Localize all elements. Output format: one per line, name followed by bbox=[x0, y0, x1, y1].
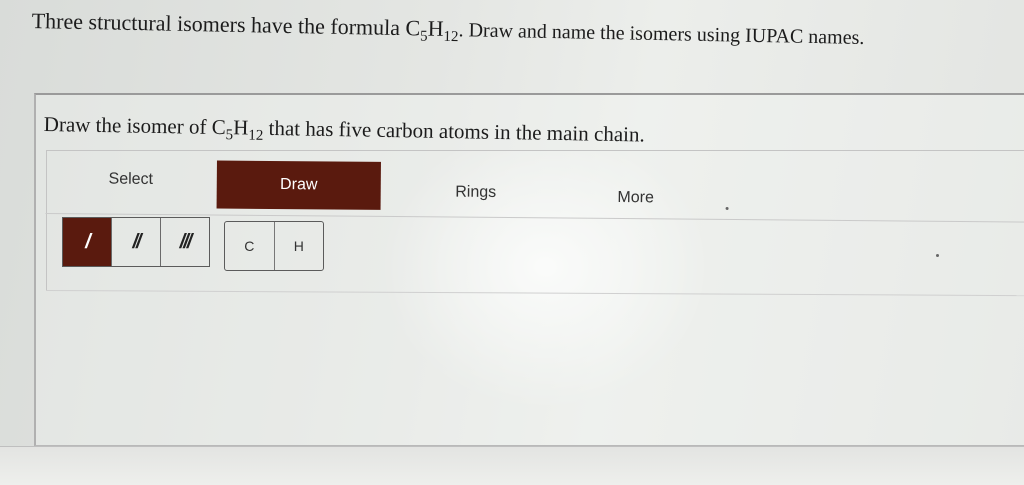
tab-more[interactable]: More bbox=[590, 174, 680, 223]
carbon-atom-button[interactable]: C bbox=[225, 222, 275, 270]
decorative-dot bbox=[725, 206, 729, 210]
double-bond-button[interactable]: // bbox=[112, 218, 161, 266]
card-bottom-edge bbox=[0, 446, 1024, 485]
decorative-dot bbox=[936, 254, 939, 257]
tab-select[interactable]: Select bbox=[86, 155, 176, 204]
atom-tool-group: C H bbox=[224, 221, 324, 271]
tool-tabs: Select Draw Rings More bbox=[45, 155, 1024, 223]
single-bond-button[interactable]: / bbox=[63, 218, 112, 266]
tab-draw[interactable]: Draw bbox=[216, 160, 381, 210]
question-text: Three structural isomers have the formul… bbox=[31, 8, 865, 49]
hydrogen-atom-button[interactable]: H bbox=[275, 222, 324, 270]
tab-rings[interactable]: Rings bbox=[430, 168, 520, 217]
bond-tool-group: / // /// bbox=[62, 217, 210, 267]
triple-bond-button[interactable]: /// bbox=[161, 218, 209, 266]
